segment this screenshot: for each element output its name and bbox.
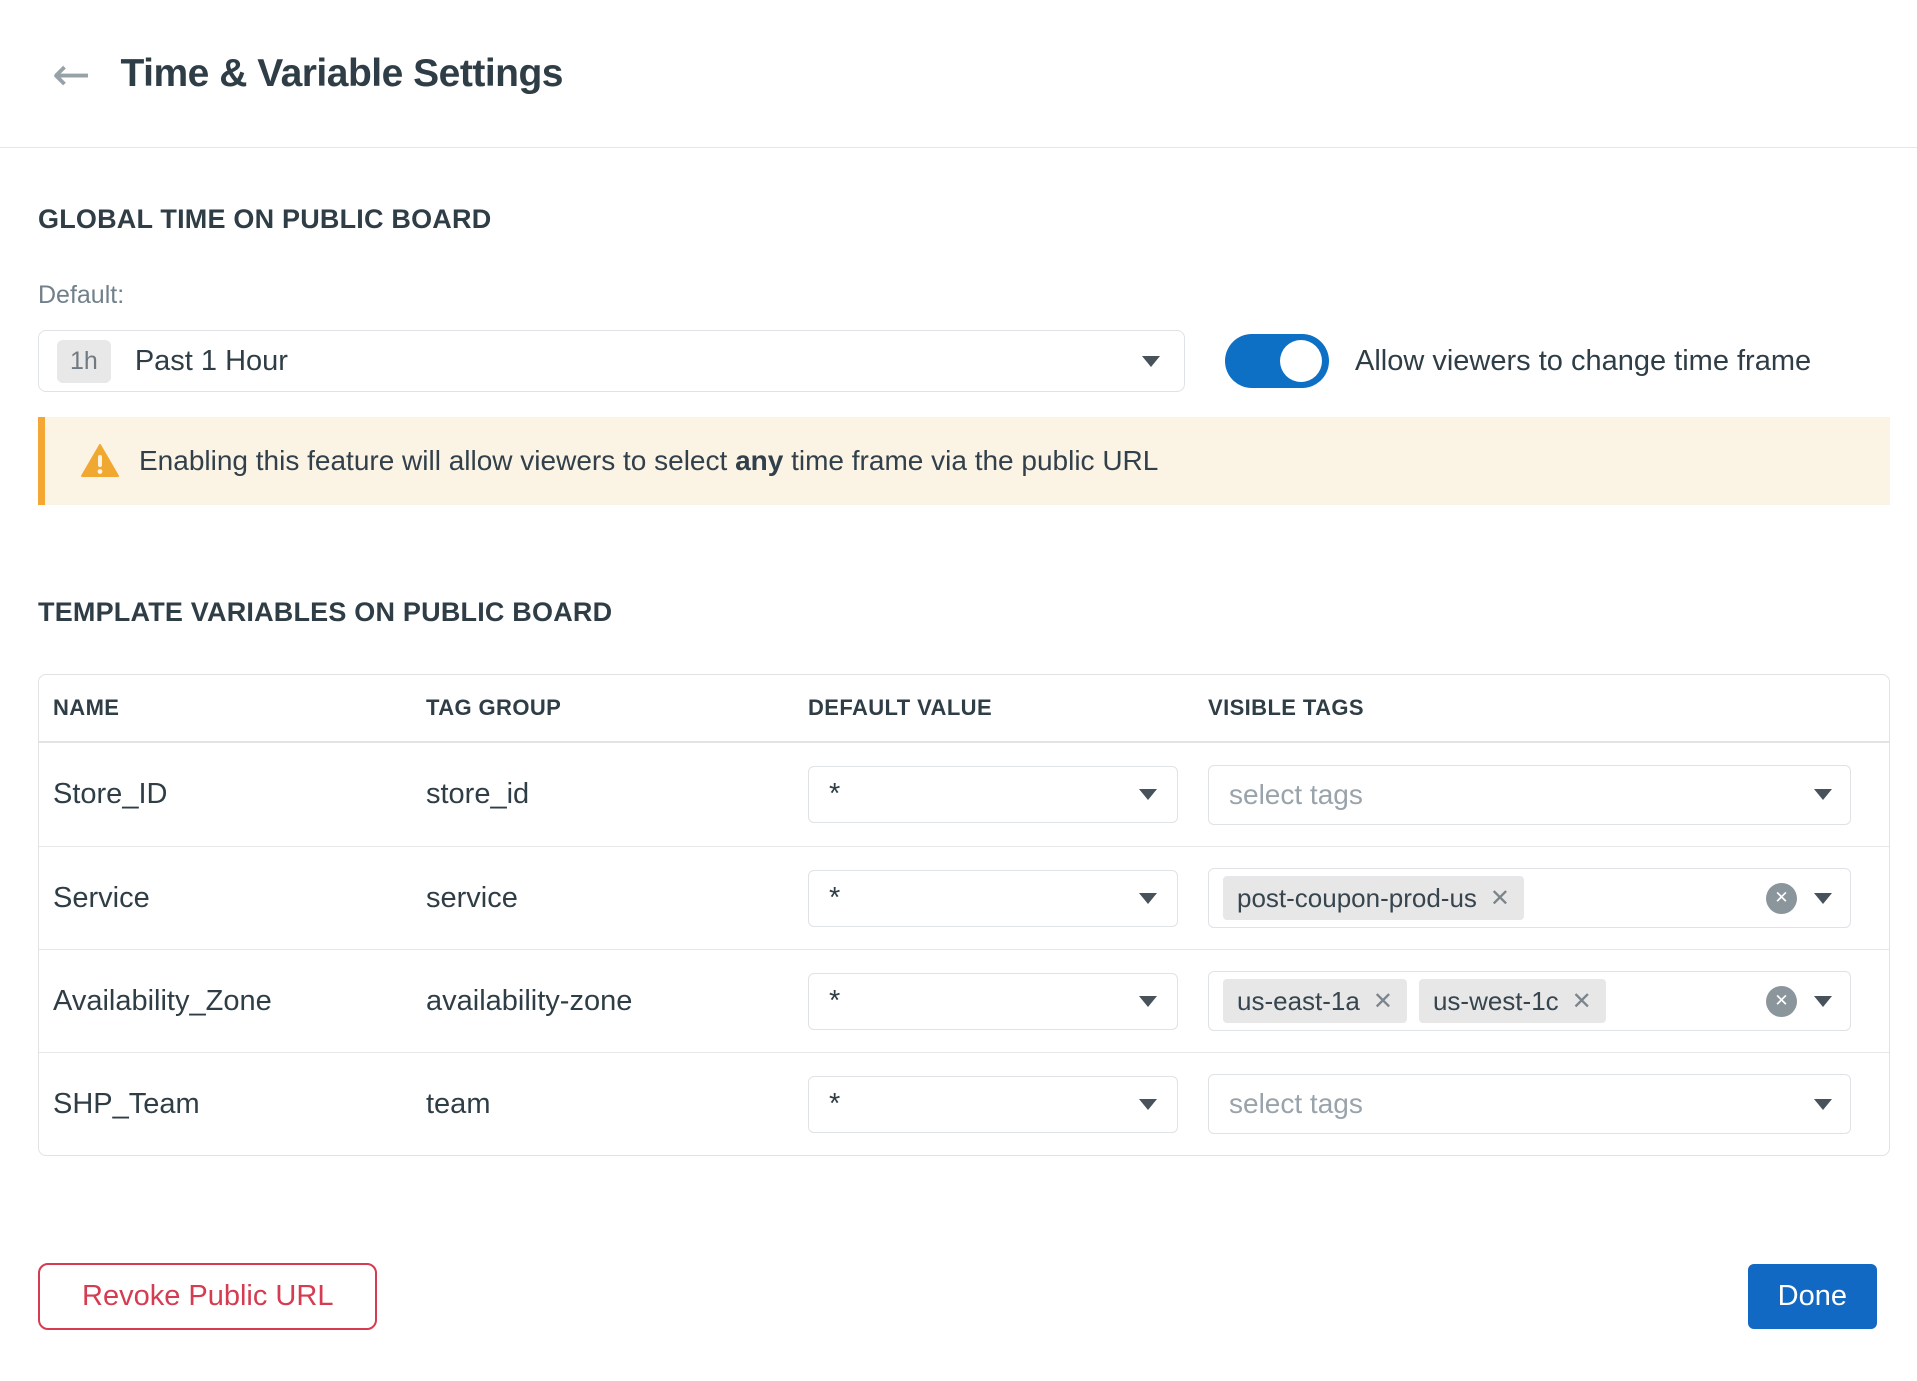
time-badge: 1h	[57, 340, 111, 383]
visible-tags-select[interactable]: select tags	[1208, 1074, 1851, 1134]
dialog-footer: Revoke Public URL Done	[38, 1263, 1890, 1330]
table-row: Availability_Zone availability-zone * us…	[39, 949, 1889, 1052]
allow-change-timeframe-toggle[interactable]	[1225, 334, 1329, 388]
revoke-public-url-button[interactable]: Revoke Public URL	[38, 1263, 377, 1330]
chevron-down-icon	[1814, 789, 1832, 800]
variable-name: Availability_Zone	[53, 985, 426, 1018]
toggle-label: Allow viewers to change time frame	[1355, 345, 1811, 378]
template-variables-table: NAME TAG GROUP DEFAULT VALUE VISIBLE TAG…	[38, 674, 1890, 1156]
column-header-visible-tags: VISIBLE TAGS	[1208, 695, 1851, 721]
chevron-down-icon	[1139, 1099, 1157, 1110]
tag-chip: post-coupon-prod-us ✕	[1223, 876, 1524, 920]
remove-tag-icon[interactable]: ✕	[1373, 987, 1393, 1015]
clear-all-tags-icon[interactable]: ✕	[1766, 986, 1797, 1017]
default-value-select[interactable]: *	[808, 1076, 1178, 1133]
variable-tag-group: availability-zone	[426, 985, 808, 1018]
global-time-heading: GLOBAL TIME ON PUBLIC BOARD	[38, 204, 1890, 235]
tag-chip-label: post-coupon-prod-us	[1237, 883, 1477, 914]
done-button[interactable]: Done	[1748, 1264, 1877, 1329]
toggle-knob	[1280, 340, 1322, 382]
column-header-tag-group: TAG GROUP	[426, 695, 808, 721]
variable-tag-group: service	[426, 882, 808, 915]
chevron-down-icon	[1139, 996, 1157, 1007]
time-frame-select[interactable]: 1h Past 1 Hour	[38, 330, 1185, 392]
column-header-name: NAME	[53, 695, 426, 721]
chevron-down-icon	[1814, 996, 1832, 1007]
visible-tags-select[interactable]: select tags	[1208, 765, 1851, 825]
chevron-down-icon	[1142, 356, 1160, 367]
chevron-down-icon	[1139, 893, 1157, 904]
warning-icon	[81, 444, 119, 478]
default-value-select[interactable]: *	[808, 973, 1178, 1030]
default-value: *	[829, 985, 840, 1018]
tag-chip: us-west-1c ✕	[1419, 979, 1606, 1023]
variable-tag-group: team	[426, 1088, 808, 1121]
visible-tags-placeholder: select tags	[1229, 1088, 1363, 1120]
remove-tag-icon[interactable]: ✕	[1490, 884, 1510, 912]
clear-all-tags-icon[interactable]: ✕	[1766, 883, 1797, 914]
chevron-down-icon	[1139, 789, 1157, 800]
tag-chip-label: us-west-1c	[1433, 986, 1559, 1017]
visible-tags-placeholder: select tags	[1229, 779, 1363, 811]
table-header-row: NAME TAG GROUP DEFAULT VALUE VISIBLE TAG…	[39, 675, 1889, 743]
template-variables-heading: TEMPLATE VARIABLES ON PUBLIC BOARD	[38, 597, 1890, 628]
default-value: *	[829, 778, 840, 811]
warning-text: Enabling this feature will allow viewers…	[139, 445, 1158, 477]
page-title: Time & Variable Settings	[121, 52, 563, 96]
variable-tag-group: store_id	[426, 778, 808, 811]
time-value: Past 1 Hour	[135, 345, 288, 378]
back-button[interactable]: ←	[52, 51, 91, 97]
variable-name: SHP_Team	[53, 1088, 426, 1121]
default-value-select[interactable]: *	[808, 870, 1178, 927]
tag-chip-label: us-east-1a	[1237, 986, 1360, 1017]
variable-name: Store_ID	[53, 778, 426, 811]
default-value-select[interactable]: *	[808, 766, 1178, 823]
warning-banner: Enabling this feature will allow viewers…	[38, 417, 1890, 505]
column-header-default-value: DEFAULT VALUE	[808, 695, 1208, 721]
dialog-header: ← Time & Variable Settings	[0, 0, 1917, 148]
variable-name: Service	[53, 882, 426, 915]
default-value: *	[829, 1088, 840, 1121]
chevron-down-icon	[1814, 893, 1832, 904]
default-value: *	[829, 882, 840, 915]
default-label: Default:	[38, 281, 1890, 310]
visible-tags-select[interactable]: us-east-1a ✕ us-west-1c ✕ ✕	[1208, 971, 1851, 1031]
table-row: Store_ID store_id * select tags	[39, 743, 1889, 846]
visible-tags-select[interactable]: post-coupon-prod-us ✕ ✕	[1208, 868, 1851, 928]
tag-chip: us-east-1a ✕	[1223, 979, 1407, 1023]
table-row: Service service * post-coupon-prod-us ✕ …	[39, 846, 1889, 949]
table-row: SHP_Team team * select tags	[39, 1052, 1889, 1155]
chevron-down-icon	[1814, 1099, 1832, 1110]
remove-tag-icon[interactable]: ✕	[1572, 987, 1592, 1015]
